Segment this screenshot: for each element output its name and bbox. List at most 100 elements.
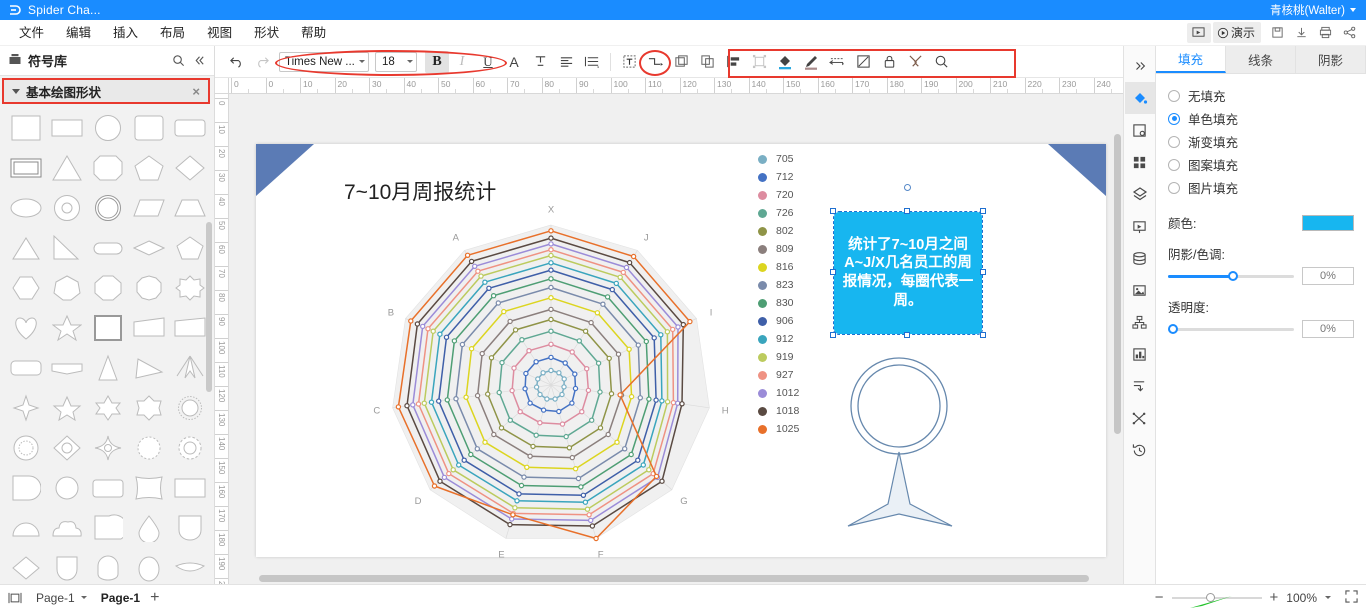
menu-item-shape[interactable]: 形状 [243,20,290,46]
radar-data-point[interactable] [548,267,554,273]
radar-data-point[interactable] [622,446,628,452]
radar-data-point[interactable] [600,301,606,307]
shape-star-8[interactable] [171,270,210,306]
shape-star-5b[interactable] [47,390,86,426]
selected-text-shape[interactable]: 统计了7~10月之间A~J/X几名员工的周报情况，每圈代表一周。 [830,184,986,338]
radar-data-point[interactable] [522,385,528,392]
radar-data-point[interactable] [620,269,626,276]
zoom-in-button[interactable]: + [1270,590,1279,605]
page-view-icon[interactable] [8,592,22,604]
shape-diamond[interactable] [171,150,210,186]
shape-triangle[interactable] [47,150,86,186]
shape-rounded-box[interactable] [6,350,45,386]
legend-item[interactable]: 802 [758,222,799,240]
radar-data-point[interactable] [523,370,529,377]
text-box-icon[interactable] [616,50,642,74]
radar-data-point[interactable] [527,453,533,459]
group-icon[interactable] [746,50,772,74]
radar-data-point[interactable] [479,350,485,357]
shape-rounded-rect-2[interactable] [88,470,127,506]
radar-data-point[interactable] [510,512,516,518]
radar-data-point[interactable] [524,464,530,470]
radar-data-point[interactable] [509,387,515,394]
legend-item[interactable]: 1018 [758,402,799,420]
vertical-ruler[interactable]: 0 10 20 30 40 50 60 70 80 90 100 110 120 130 140 150 160… [215,94,229,584]
legend-item[interactable]: 705 [758,150,799,168]
radar-data-point[interactable] [464,252,471,259]
shape-ellipse[interactable] [6,190,45,226]
radar-data-point[interactable] [572,371,578,377]
radar-data-point[interactable] [453,395,459,402]
radar-data-point[interactable] [585,387,592,394]
radar-data-point[interactable] [559,421,566,427]
shape-diamond-ring[interactable] [47,430,86,466]
zoom-search-icon[interactable] [928,50,954,74]
canvas-horizontal-scrollbar[interactable] [229,572,1123,584]
radar-data-point[interactable] [566,445,573,451]
font-color-button[interactable]: A [501,50,527,74]
radar-data-point[interactable] [548,276,554,282]
slider-knob[interactable] [1168,324,1178,334]
radar-data-point[interactable] [586,512,592,518]
radar-data-point[interactable] [444,397,451,403]
chevron-down-icon[interactable] [1325,596,1331,599]
radar-data-point[interactable] [428,399,435,405]
radar-data-point[interactable] [578,484,584,490]
radar-data-point[interactable] [609,286,615,293]
org-chart-icon[interactable] [1125,306,1155,338]
radar-data-point[interactable] [617,392,623,398]
radar-data-point[interactable] [512,505,518,511]
shape-star-7[interactable] [130,390,169,426]
share-icon[interactable] [1338,23,1360,43]
radar-data-point[interactable] [593,535,599,542]
radar-data-point[interactable] [635,342,641,348]
scrollbar-thumb[interactable] [1114,134,1121,434]
radar-data-point[interactable] [548,341,554,347]
fullscreen-icon[interactable] [1345,589,1358,606]
shape-pill[interactable] [88,230,127,266]
radar-data-point[interactable] [530,443,536,450]
radar-data-point[interactable] [604,294,611,300]
radar-data-point[interactable] [548,306,554,313]
menu-item-layout[interactable]: 布局 [149,20,196,46]
shuffle-icon[interactable] [1125,402,1155,434]
shape-arch[interactable] [88,550,127,584]
duplicate-icon[interactable] [668,50,694,74]
radar-data-point[interactable] [540,407,547,413]
radar-data-point[interactable] [608,390,615,397]
radar-data-point[interactable] [537,419,543,426]
library-section-basic-shapes[interactable]: 基本绘图形状 × [2,78,210,104]
search-icon[interactable] [172,54,185,67]
shape-shield[interactable] [171,510,210,546]
shape-diamond-2[interactable] [6,550,45,584]
radar-data-point[interactable] [587,517,594,524]
shape-hexagon[interactable] [6,270,45,306]
legend-item[interactable]: 919 [758,348,799,366]
radar-data-point[interactable] [430,328,436,334]
database-icon[interactable] [1125,242,1155,274]
radar-data-point[interactable] [441,474,448,481]
shape-right-triangle[interactable] [47,230,86,266]
radar-data-point[interactable] [404,402,410,409]
shape-decagon[interactable] [130,270,169,306]
radar-data-point[interactable] [431,483,438,489]
close-icon[interactable]: × [192,84,200,99]
radar-data-point[interactable] [410,402,416,408]
menu-item-view[interactable]: 视图 [196,20,243,46]
add-page-icon[interactable]: + [150,589,159,606]
chart-icon[interactable] [1125,338,1155,370]
shape-format-icon[interactable] [850,50,876,74]
radar-data-point[interactable] [579,408,585,415]
legend-item[interactable]: 927 [758,366,799,384]
fill-option-gradient[interactable]: 渐变填充 [1168,130,1354,153]
radar-data-point[interactable] [443,334,450,340]
radar-data-point[interactable] [482,279,488,285]
line-style-icon[interactable] [824,50,850,74]
fill-option-none[interactable]: 无填充 [1168,84,1354,107]
radar-data-point[interactable] [548,354,554,361]
radar-data-point[interactable] [548,294,554,301]
menu-item-file[interactable]: 文件 [8,20,55,46]
radar-data-point[interactable] [437,478,443,484]
opacity-value[interactable]: 0% [1302,320,1354,338]
shape-rounded-rect[interactable] [130,110,169,146]
